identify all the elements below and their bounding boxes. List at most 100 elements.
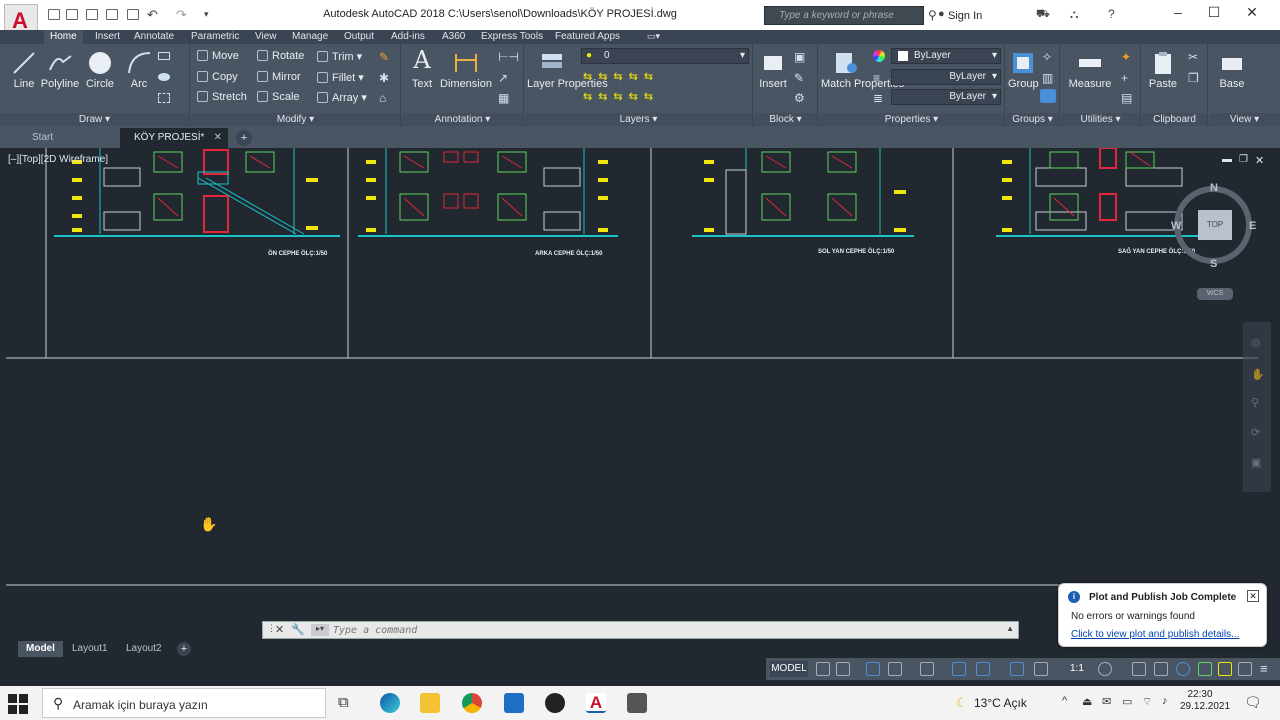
view-group-label[interactable]: View ▾: [1209, 113, 1280, 126]
autocad-taskbar-icon[interactable]: A: [586, 693, 606, 713]
groups-group-label[interactable]: Groups ▾: [1006, 113, 1059, 126]
minimize-button[interactable]: –: [1158, 4, 1198, 26]
id-point-icon[interactable]: +: [1121, 71, 1128, 85]
tab-layout1[interactable]: Layout1: [64, 641, 116, 657]
fillet-button[interactable]: Fillet ▾: [317, 71, 364, 84]
model-space-button[interactable]: MODEL: [770, 661, 808, 677]
linetype-dropdown[interactable]: ByLayer ▾: [891, 69, 1001, 85]
color-dropdown[interactable]: ByLayer ▾: [891, 48, 1001, 64]
viewport-controls-label[interactable]: [–][Top][2D Wireframe]: [8, 154, 108, 165]
tab-start[interactable]: Start: [18, 128, 67, 148]
binoculars-icon[interactable]: ⚲: [928, 8, 937, 22]
ribbon-minimize-icon[interactable]: ▭▾: [647, 31, 660, 42]
quick-access-dropdown-icon[interactable]: ▾: [204, 9, 209, 20]
viewport-close-icon[interactable]: ✕: [1255, 154, 1264, 167]
command-input[interactable]: [333, 623, 1003, 637]
line-button[interactable]: Line: [6, 50, 42, 90]
paste-button[interactable]: Paste: [1146, 50, 1180, 90]
tab-manage[interactable]: Manage: [286, 30, 334, 44]
explode-icon[interactable]: ✱: [379, 71, 389, 85]
compass-west[interactable]: W: [1171, 220, 1181, 232]
tab-a360[interactable]: A360: [436, 30, 471, 44]
layer-properties-button[interactable]: Layer Properties: [527, 50, 608, 91]
draw-group-label[interactable]: Draw ▾: [0, 113, 189, 126]
group-button[interactable]: Group: [1008, 50, 1039, 90]
save-icon[interactable]: [86, 9, 98, 20]
customization-menu-icon[interactable]: ≡: [1260, 661, 1268, 676]
ortho-icon[interactable]: [866, 662, 880, 676]
redo-icon[interactable]: ↷: [176, 7, 187, 23]
tab-add-ins[interactable]: Add-ins: [385, 30, 431, 44]
isolate-objects-icon[interactable]: [1176, 662, 1190, 676]
polyline-button[interactable]: Polyline: [40, 50, 80, 90]
grid-icon[interactable]: [816, 662, 830, 676]
file-explorer-icon[interactable]: [420, 693, 440, 713]
viewport-minimize-icon[interactable]: ▬: [1222, 154, 1232, 165]
isodraft-icon[interactable]: [920, 662, 934, 676]
arc-button[interactable]: Arc: [122, 50, 156, 90]
store-app-icon[interactable]: [504, 693, 524, 713]
properties-group-label[interactable]: Properties ▾: [819, 113, 1004, 126]
sign-in-button[interactable]: Sign In: [948, 10, 982, 22]
modify-group-label[interactable]: Modify ▾: [191, 113, 400, 126]
tab-model[interactable]: Model: [18, 641, 63, 657]
cart-icon[interactable]: ⛟: [1036, 8, 1050, 22]
compass-east[interactable]: E: [1249, 220, 1256, 232]
search-input[interactable]: Type a keyword or phrase: [764, 6, 924, 25]
attribute-icon[interactable]: ⚙: [794, 91, 805, 105]
tab-layout2[interactable]: Layout2: [118, 641, 170, 657]
clean-screen-icon[interactable]: [1238, 662, 1252, 676]
annotation-monitor-icon[interactable]: [1132, 662, 1146, 676]
ungroup-icon[interactable]: ✧: [1042, 50, 1052, 64]
tab-view[interactable]: View: [249, 30, 283, 44]
leader-icon[interactable]: ↗: [498, 71, 508, 85]
meet-now-icon[interactable]: ✉: [1102, 695, 1111, 708]
tab-current-drawing[interactable]: KÖY PROJESİ* ✕: [120, 128, 228, 148]
layers-group-label[interactable]: Layers ▾: [525, 113, 752, 126]
units-icon[interactable]: [1154, 662, 1168, 676]
tab-featured-apps[interactable]: Featured Apps: [549, 30, 626, 44]
group-edit-icon[interactable]: ▥: [1042, 71, 1053, 85]
viewcube-top-face[interactable]: TOP: [1198, 210, 1232, 240]
viewcube[interactable]: TOP N S E W: [1168, 180, 1258, 270]
copy-button[interactable]: Copy: [197, 71, 238, 83]
match-properties-button[interactable]: Match Properties: [821, 50, 904, 91]
calculator-icon[interactable]: ▤: [1121, 91, 1132, 105]
wcs-menu-button[interactable]: WCS: [1197, 288, 1233, 300]
tab-annotate[interactable]: Annotate: [128, 30, 180, 44]
circle-button[interactable]: Circle: [82, 50, 118, 90]
obs-icon[interactable]: [545, 693, 565, 713]
auto-scale-icon[interactable]: [1034, 662, 1048, 676]
close-button[interactable]: ✕: [1232, 4, 1272, 26]
open-icon[interactable]: [66, 9, 78, 20]
boundary-icon[interactable]: [158, 93, 170, 103]
insert-button[interactable]: Insert: [756, 50, 790, 90]
calculator-app-icon[interactable]: [627, 693, 647, 713]
compass-south[interactable]: S: [1210, 258, 1217, 270]
quick-select-icon[interactable]: ✦: [1121, 50, 1131, 64]
trim-button[interactable]: Trim ▾: [317, 50, 362, 63]
tab-home[interactable]: Home: [44, 30, 83, 44]
clipboard-group-label[interactable]: Clipboard: [1142, 113, 1207, 126]
move-button[interactable]: Move: [197, 50, 239, 62]
block-group-label[interactable]: Block ▾: [754, 113, 817, 126]
annotation-scale[interactable]: 1:1: [1070, 663, 1084, 674]
linear-dimension-icon[interactable]: ⊢⊣: [498, 50, 519, 64]
create-block-icon[interactable]: ▣: [794, 50, 805, 64]
annotation-visibility-icon[interactable]: [1010, 662, 1024, 676]
maximize-button[interactable]: ☐: [1194, 4, 1234, 26]
dimension-button[interactable]: Dimension: [440, 50, 492, 90]
object-snap-tracking-icon[interactable]: [952, 662, 966, 676]
base-button[interactable]: Base: [1215, 50, 1249, 90]
rectangle-icon[interactable]: [158, 52, 170, 60]
show-hidden-icons[interactable]: ^: [1062, 695, 1067, 707]
drawing-viewport[interactable]: [6, 148, 1258, 586]
save-as-icon[interactable]: [106, 9, 118, 20]
stretch-button[interactable]: Stretch: [197, 91, 247, 103]
lineweight-dropdown[interactable]: ByLayer ▾: [891, 89, 1001, 105]
edit-block-icon[interactable]: ✎: [794, 71, 804, 85]
plot-status-icon[interactable]: [1218, 662, 1232, 676]
rotate-button[interactable]: Rotate: [257, 50, 304, 62]
object-snap-icon[interactable]: [976, 662, 990, 676]
close-command-line-icon[interactable]: ✕: [275, 623, 284, 636]
